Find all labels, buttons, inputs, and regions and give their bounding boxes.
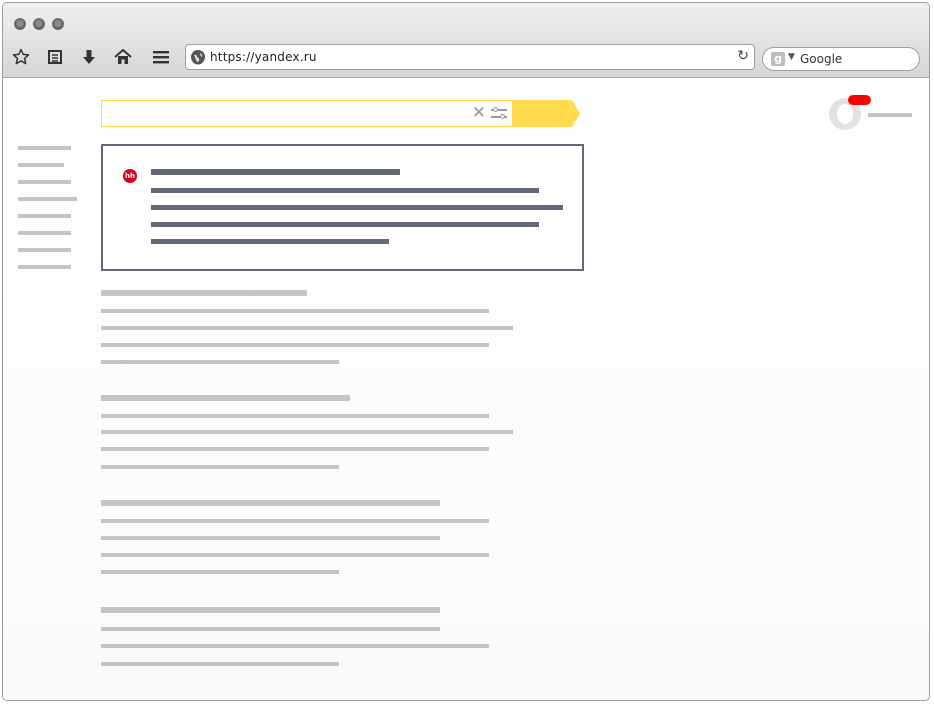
result-snippet-line [101, 447, 489, 451]
result-snippet-line [101, 430, 513, 434]
search-engine-label: Google [800, 52, 843, 66]
page-content: ✕ hh [3, 78, 929, 700]
result-title[interactable] [101, 500, 440, 506]
result-snippet-line [101, 627, 440, 631]
download-icon[interactable] [79, 47, 99, 67]
result-snippet-line [101, 553, 489, 557]
address-bar[interactable]: https://yandex.ru ↻ [185, 44, 755, 70]
result-snippet-line [101, 536, 440, 540]
browser-toolbar: https://yandex.ru ↻ g ▼ Google [3, 3, 929, 78]
result-title[interactable] [101, 395, 350, 401]
result-title[interactable] [151, 169, 400, 175]
browser-window: https://yandex.ru ↻ g ▼ Google ✕ hh [2, 2, 930, 701]
notification-badge[interactable] [848, 95, 871, 105]
result-snippet-line [101, 326, 513, 330]
clipboard-icon[interactable] [45, 47, 65, 67]
result-snippet-line [101, 519, 489, 523]
close-window-button[interactable] [14, 18, 26, 30]
chevron-down-icon[interactable]: ▼ [788, 52, 795, 62]
home-icon[interactable] [113, 47, 133, 67]
clear-icon[interactable]: ✕ [472, 103, 486, 123]
search-button[interactable] [512, 100, 580, 127]
globe-icon [191, 50, 205, 65]
result-snippet-line [151, 239, 389, 244]
result-snippet-line [151, 205, 563, 210]
nav-item[interactable] [18, 265, 71, 269]
result-snippet-line [151, 188, 539, 193]
result-snippet-line [101, 644, 489, 648]
result-snippet-line [101, 570, 339, 574]
nav-item[interactable] [18, 180, 71, 184]
result-title[interactable] [101, 290, 307, 296]
result-title[interactable] [101, 607, 440, 613]
search-input[interactable]: ✕ [101, 100, 513, 127]
filter-settings-icon[interactable] [491, 106, 507, 120]
result-snippet-line [101, 465, 339, 469]
nav-item[interactable] [18, 146, 71, 150]
reload-icon[interactable]: ↻ [737, 48, 749, 64]
zoom-window-button[interactable] [52, 18, 64, 30]
result-snippet-line [151, 222, 539, 227]
hh-logo-icon: hh [123, 169, 137, 183]
browser-search-box[interactable]: g ▼ Google [762, 47, 920, 71]
nav-item[interactable] [18, 248, 71, 252]
nav-item[interactable] [18, 197, 77, 201]
nav-item[interactable] [18, 163, 64, 167]
promoted-result-card[interactable]: hh [101, 144, 584, 271]
star-icon[interactable] [11, 47, 31, 67]
google-icon[interactable]: g [771, 52, 785, 66]
result-snippet-line [101, 662, 339, 666]
nav-item[interactable] [18, 214, 71, 218]
result-snippet-line [101, 414, 489, 418]
nav-item[interactable] [18, 231, 71, 235]
result-snippet-line [101, 343, 489, 347]
url-text: https://yandex.ru [210, 50, 317, 64]
result-snippet-line [101, 309, 489, 313]
minimize-window-button[interactable] [33, 18, 45, 30]
menu-icon[interactable] [151, 47, 171, 67]
user-name-placeholder[interactable] [868, 113, 912, 117]
result-snippet-line [101, 360, 339, 364]
